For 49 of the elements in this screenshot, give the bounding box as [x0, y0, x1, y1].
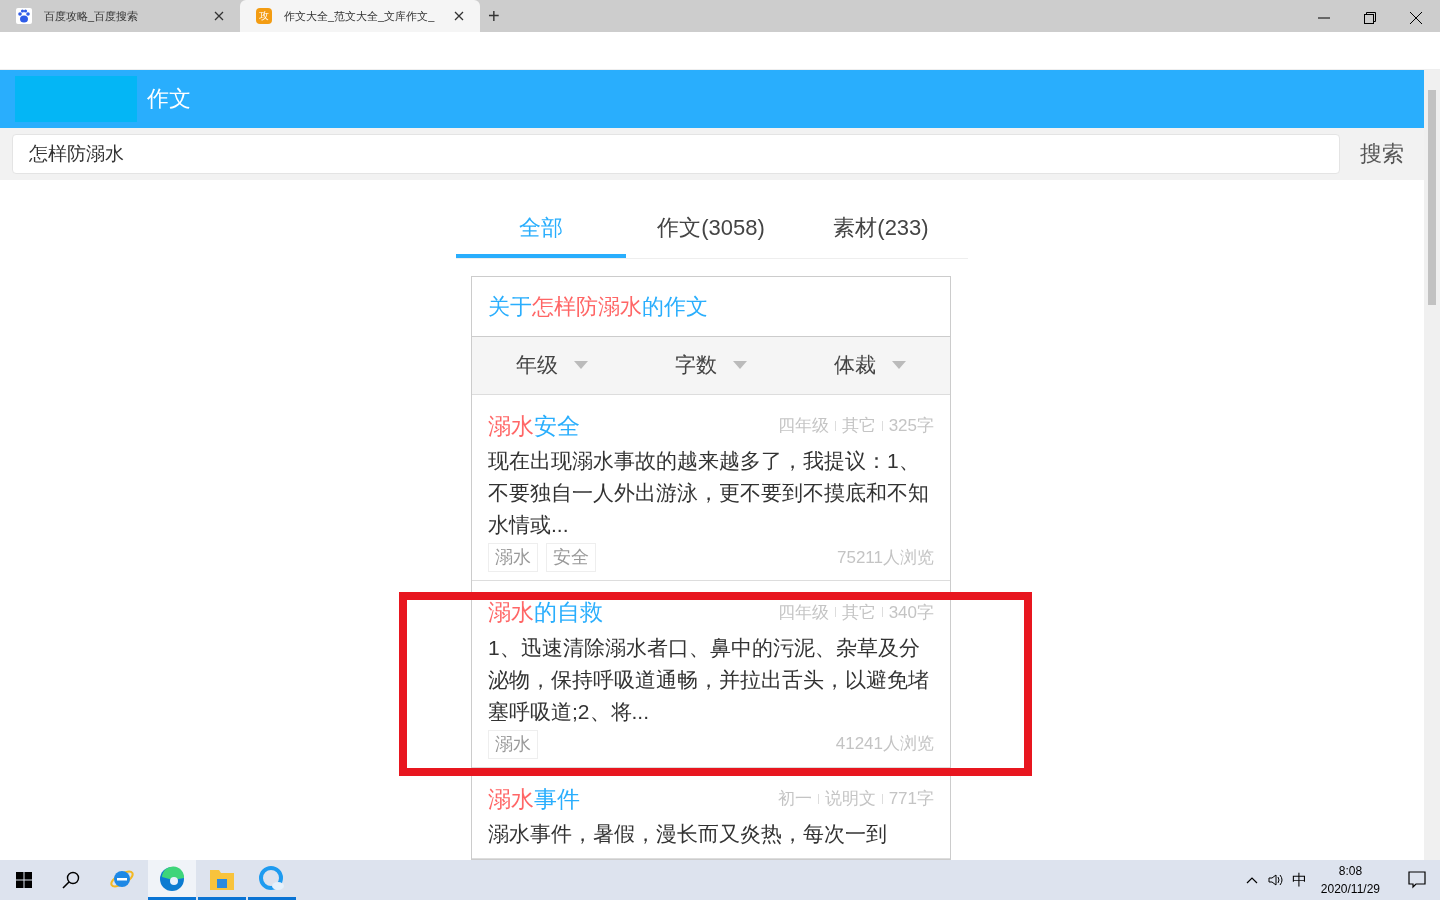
speaker-icon[interactable]: [1267, 873, 1284, 887]
caret-icon: [733, 361, 747, 369]
article-excerpt: 现在出现溺水事故的越来越多了，我提议：1、不要独自一人外出游泳，更不要到不摸底和不知水情或...: [488, 448, 930, 538]
new-tab-button[interactable]: +: [480, 0, 508, 32]
article-meta: 四年级: [777, 415, 829, 437]
notification-icon[interactable]: [1408, 871, 1426, 889]
windows-icon[interactable]: [16, 872, 32, 888]
category-tab[interactable]: 素材(233): [796, 201, 966, 258]
filter-dropdown[interactable]: 字数: [631, 336, 791, 394]
close-icon[interactable]: [214, 11, 224, 21]
input-method[interactable]: 中: [1291, 868, 1307, 892]
search-icon[interactable]: [62, 871, 80, 889]
filter-dropdown[interactable]: 体裁: [790, 336, 950, 394]
article-meta: 四年级: [777, 601, 829, 624]
browser-wave-icon: [159, 865, 185, 892]
results-heading: 关于怎样防溺水的作文: [488, 292, 708, 321]
view-count: 41241人浏览: [835, 733, 934, 756]
article-meta: 说明文: [824, 788, 876, 810]
article-meta: 771字: [888, 788, 934, 810]
tab-title: 作文大全_范文大全_文库作文_: [284, 8, 436, 24]
search-button[interactable]: 搜索: [1340, 137, 1424, 170]
article-meta: 325字: [888, 415, 934, 437]
paw-icon: [16, 8, 32, 24]
search-field[interactable]: 怎样防溺水: [12, 133, 1340, 174]
caret-icon: [573, 361, 588, 369]
article-meta: 其它: [841, 415, 876, 437]
clock-date: 2020/11/29: [1320, 881, 1380, 898]
article-excerpt: 1、迅速清除溺水者口、鼻中的污泥、杂草及分泌物，保持呼吸道通畅，并拉出舌头，以避免堵塞呼吸道;2、将...: [488, 634, 930, 725]
view-count: 75211人浏览: [837, 546, 934, 569]
close-icon[interactable]: [454, 11, 464, 21]
browser-tab[interactable]: 百度攻略_百度搜索: [0, 0, 240, 32]
article-meta: 初一: [777, 788, 812, 810]
scrollbar[interactable]: [1424, 70, 1440, 860]
caret-icon: [892, 361, 907, 369]
clock-time: 8:08: [1338, 863, 1363, 880]
site-title: 作文: [147, 85, 191, 114]
tab-title: 百度攻略_百度搜索: [44, 8, 140, 24]
chevron-up-icon[interactable]: [1245, 876, 1258, 884]
site-favicon: 攻: [256, 8, 272, 24]
taskbar-app[interactable]: [148, 860, 196, 900]
browser-circle-icon: [259, 865, 285, 892]
article-meta: 340字: [888, 601, 934, 624]
restore-icon[interactable]: [1364, 12, 1376, 24]
browser-tab[interactable]: 攻 作文大全_范文大全_文库作文_: [240, 0, 480, 32]
category-tab[interactable]: 作文(3058): [626, 201, 796, 258]
article-excerpt: 溺水事件，暑假，漫长而又炎热，每次一到: [488, 821, 888, 847]
filter-dropdown[interactable]: 年级: [472, 336, 632, 394]
close-icon[interactable]: [1410, 12, 1422, 24]
article-meta: 其它: [841, 601, 876, 624]
